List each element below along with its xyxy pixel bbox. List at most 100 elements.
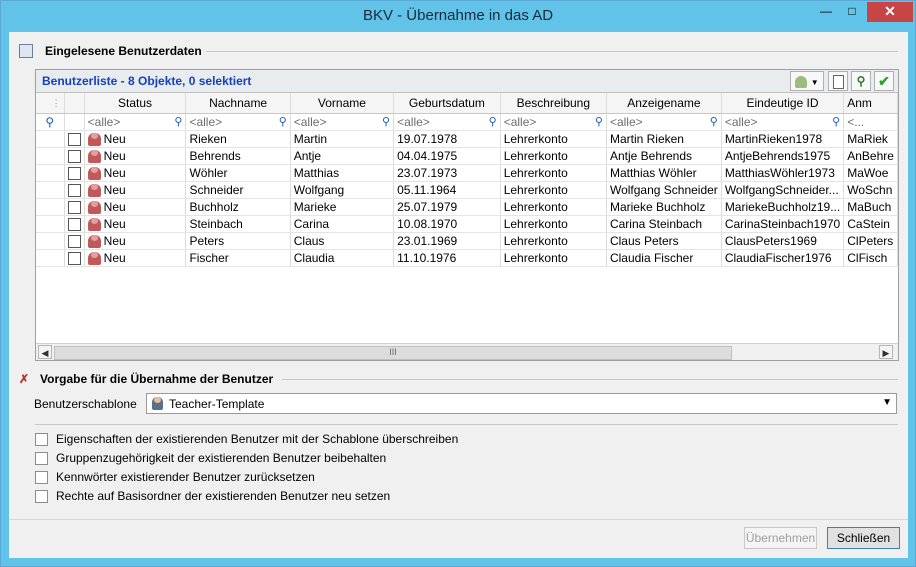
filter-nachname[interactable]: <alle> ⚲ xyxy=(185,113,291,131)
cell-anm: MaBuch xyxy=(843,198,898,216)
option-keep-group-membership[interactable]: Gruppenzugehörigkeit der existierenden B… xyxy=(35,451,386,465)
search-icon: ⚲ xyxy=(488,116,497,128)
row-checkbox[interactable] xyxy=(67,184,81,198)
document-icon xyxy=(832,74,844,89)
row-indicator[interactable] xyxy=(36,181,65,199)
column-header-geburtsdatum[interactable]: Geburtsdatum xyxy=(393,93,501,114)
row-select-cell[interactable] xyxy=(64,164,85,182)
filter-geburtsdatum[interactable]: <alle> ⚲ xyxy=(393,113,501,131)
cell-beschreibung: Lehrerkonto xyxy=(500,164,607,182)
filter-row: ⚲ <alle> ⚲ <alle> ⚲ <alle> ⚲ <alle> ⚲ <alle>… xyxy=(36,113,898,131)
cell-id: ClausPeters1969 xyxy=(721,232,845,250)
column-header-anm[interactable]: Anm xyxy=(843,93,898,114)
checkbox[interactable] xyxy=(35,432,48,446)
row-indicator[interactable] xyxy=(36,164,65,182)
new-user-icon xyxy=(87,201,101,215)
cell-vorname: Claudia xyxy=(290,249,395,267)
filter-status[interactable]: <alle> ⚲ xyxy=(84,113,187,131)
column-header-nachname[interactable]: Nachname xyxy=(185,93,291,114)
title-bar[interactable]: BKV - Übernahme in das AD — □ ✕ xyxy=(1,1,915,32)
row-select-cell[interactable] xyxy=(64,147,85,165)
column-header-beschreibung[interactable]: Beschreibung xyxy=(500,93,607,114)
document-button[interactable] xyxy=(828,71,848,91)
row-indicator[interactable] xyxy=(36,215,65,233)
row-select-cell[interactable] xyxy=(64,198,85,216)
table-row[interactable]: Neu Peters Claus 23.01.1969 Lehrerkonto Claus… xyxy=(36,232,898,250)
table-row[interactable]: Neu Behrends Antje 04.04.1975 Lehrerkonto Ant… xyxy=(36,147,898,165)
row-checkbox[interactable] xyxy=(67,201,81,215)
table-row[interactable]: Neu Steinbach Carina 10.08.1970 Lehrerkonto C… xyxy=(36,215,898,233)
table-row[interactable]: Neu Fischer Claudia 11.10.1976 Lehrerkonto Cl… xyxy=(36,249,898,267)
option-reset-passwords[interactable]: Kennwörter existierender Benutzer zurück… xyxy=(35,470,315,484)
filter-beschreibung[interactable]: <alle> ⚲ xyxy=(500,113,607,131)
option-overwrite-properties[interactable]: Eigenschaften der existierenden Benutzer… xyxy=(35,432,458,446)
section-imported-users-title: Eingelesene Benutzerdaten xyxy=(45,44,202,58)
search-user-button[interactable]: ⚲ xyxy=(851,71,871,91)
filter-anzeigename[interactable]: <alle> ⚲ xyxy=(606,113,722,131)
template-select[interactable]: Teacher-Template ▼ xyxy=(146,393,897,414)
checkbox[interactable] xyxy=(35,470,48,484)
filter-search-icon[interactable]: ⚲ xyxy=(36,113,65,131)
row-select-cell[interactable] xyxy=(64,181,85,199)
apply-button[interactable]: Übernehmen xyxy=(744,527,817,549)
close-window-button[interactable]: ✕ xyxy=(867,2,913,22)
status-cell: Neu xyxy=(84,232,187,250)
search-icon: ⚲ xyxy=(709,116,718,128)
row-indicator[interactable] xyxy=(36,232,65,250)
status-cell: Neu xyxy=(84,215,187,233)
option-reset-home-folder-rights[interactable]: Rechte auf Basisordner der existierenden… xyxy=(35,489,390,503)
checkbox[interactable] xyxy=(35,451,48,465)
confirm-button[interactable]: ✔ xyxy=(874,71,894,91)
column-header-anzeigename[interactable]: Anzeigename xyxy=(606,93,722,114)
cell-geb: 23.07.1973 xyxy=(393,164,501,182)
row-select-cell[interactable] xyxy=(64,232,85,250)
cell-anm: ClPeters xyxy=(843,232,898,250)
scroll-right-arrow-icon[interactable]: ▶ xyxy=(879,345,893,359)
minimize-button[interactable]: — xyxy=(813,2,839,22)
cell-geb: 10.08.1970 xyxy=(393,215,501,233)
cell-anzeige: Wolfgang Schneider xyxy=(606,181,722,199)
scroll-left-arrow-icon[interactable]: ◀ xyxy=(38,345,52,359)
filter-eindeutige-id[interactable]: <alle> ⚲ xyxy=(721,113,845,131)
row-indicator[interactable] xyxy=(36,130,65,148)
chevron-down-icon: ▼ xyxy=(810,78,819,87)
cell-vorname: Marieke xyxy=(290,198,395,216)
filter-anm[interactable]: <... xyxy=(843,113,898,131)
scroll-thumb[interactable]: III xyxy=(54,346,732,360)
table-row[interactable]: Neu Buchholz Marieke 25.07.1979 Lehrerkonto M… xyxy=(36,198,898,216)
row-indicator[interactable] xyxy=(36,249,65,267)
section-divider xyxy=(282,379,898,380)
horizontal-scrollbar[interactable]: ◀ III ▶ xyxy=(36,343,898,360)
column-header-eindeutige-id[interactable]: Eindeutige ID xyxy=(721,93,845,114)
row-checkbox[interactable] xyxy=(67,150,81,164)
table-row[interactable]: Neu Wöhler Matthias 23.07.1973 Lehrerkonto Ma… xyxy=(36,164,898,182)
row-checkbox[interactable] xyxy=(67,252,81,266)
row-select-cell[interactable] xyxy=(64,215,85,233)
cell-anm: WoSchn xyxy=(843,181,898,199)
table-row[interactable]: Neu Schneider Wolfgang 05.11.1964 Lehrerkont… xyxy=(36,181,898,199)
row-indicator[interactable] xyxy=(36,147,65,165)
tools-icon: ✗ xyxy=(19,372,30,386)
column-header-vorname[interactable]: Vorname xyxy=(290,93,395,114)
row-checkbox[interactable] xyxy=(67,235,81,249)
row-select-cell[interactable] xyxy=(64,130,85,148)
checkbox[interactable] xyxy=(35,489,48,503)
cell-vorname: Martin xyxy=(290,130,395,148)
status-cell: Neu xyxy=(84,147,187,165)
section-user-defaults-title: Vorgabe für die Übernahme der Benutzer xyxy=(40,372,274,386)
chevron-down-icon: ▼ xyxy=(882,397,892,408)
column-header-status[interactable]: Status xyxy=(84,93,187,114)
user-menu-button[interactable]: ▼ xyxy=(790,71,824,91)
cell-id: MartinRieken1978 xyxy=(721,130,845,148)
corner-cell[interactable]: ⋮ xyxy=(36,93,65,114)
filter-vorname[interactable]: <alle> ⚲ xyxy=(290,113,395,131)
maximize-button[interactable]: □ xyxy=(839,2,865,22)
row-checkbox[interactable] xyxy=(67,167,81,181)
row-select-cell[interactable] xyxy=(64,249,85,267)
new-user-icon xyxy=(87,235,101,249)
row-checkbox[interactable] xyxy=(67,218,81,232)
row-indicator[interactable] xyxy=(36,198,65,216)
close-button[interactable]: Schließen xyxy=(827,527,900,549)
table-row[interactable]: Neu Rieken Martin 19.07.1978 Lehrerkonto Mart… xyxy=(36,130,898,148)
row-checkbox[interactable] xyxy=(67,133,81,147)
